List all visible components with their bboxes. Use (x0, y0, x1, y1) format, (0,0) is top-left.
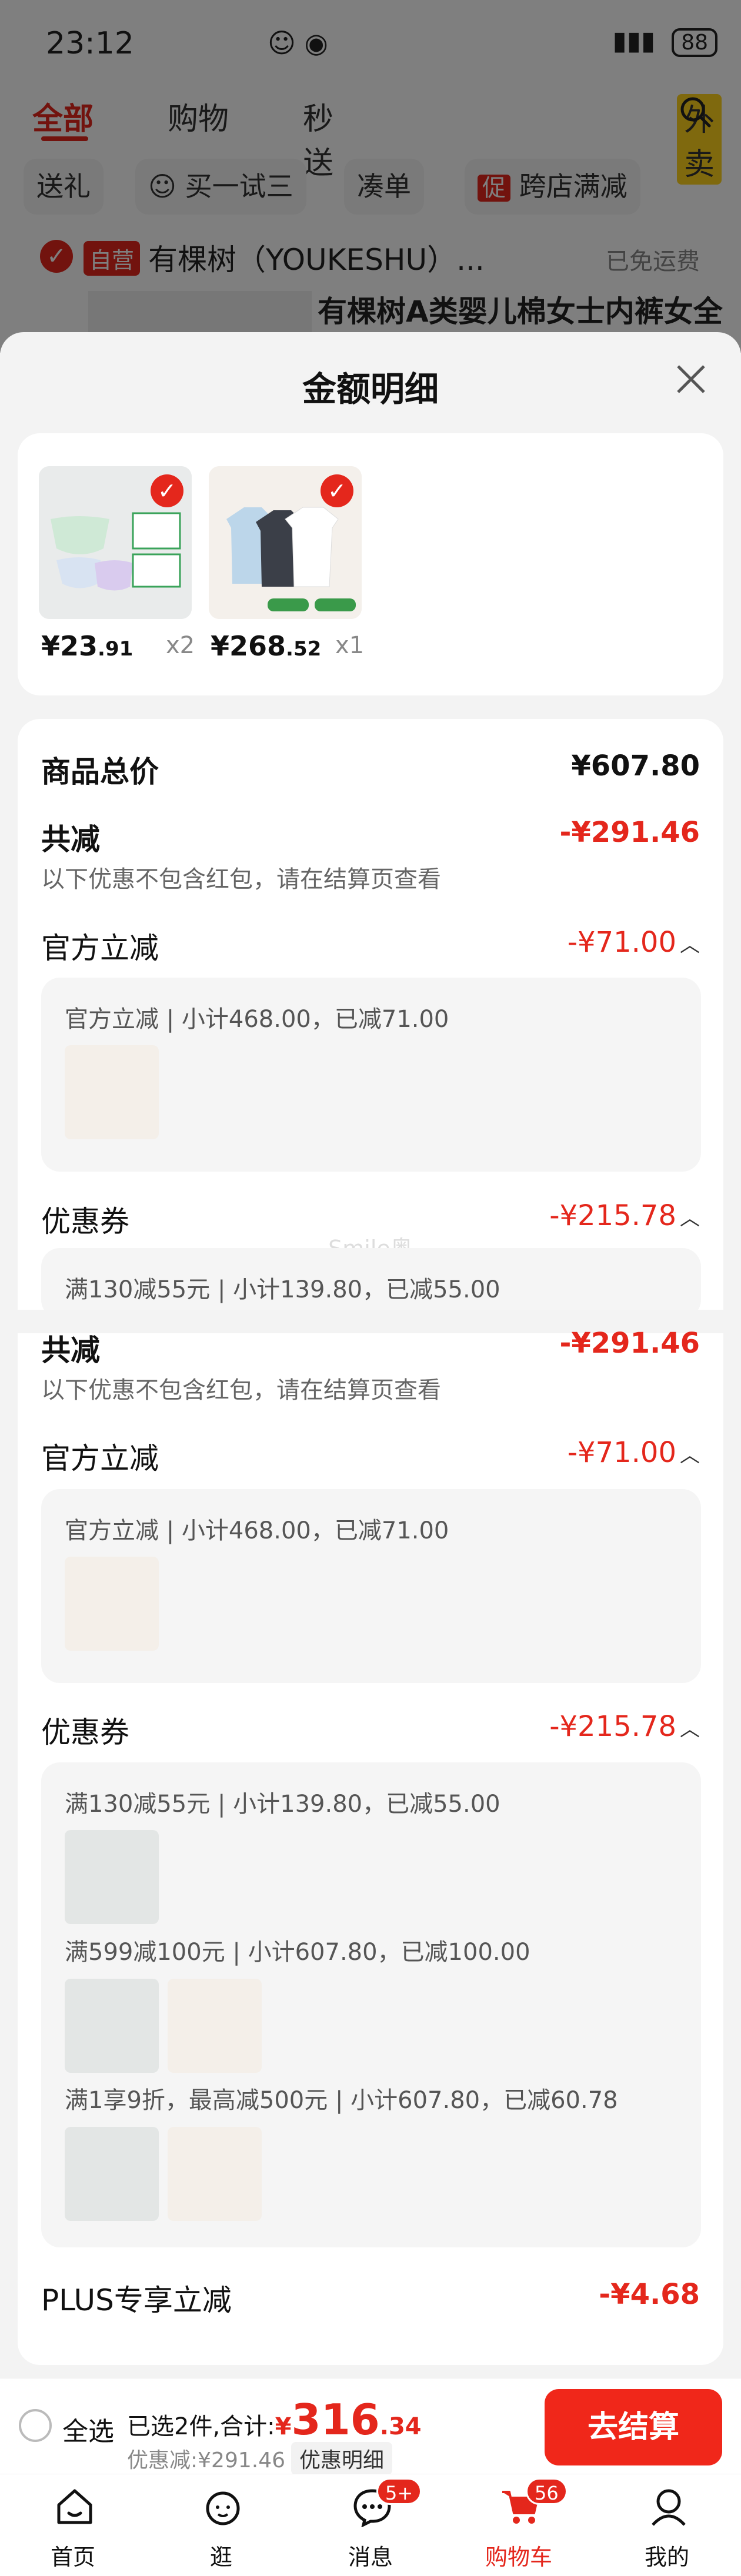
tshirt-thumbnail (65, 1557, 159, 1651)
coupon-detail-text: 满1享9折，最高减500元 | 小计607.80，已减60.78 (65, 2087, 618, 2114)
coupon-toggle[interactable]: -¥215.78 ︿ (549, 1199, 700, 1232)
product-price-int: ¥268 (211, 630, 286, 662)
total-amount-int: 316 (291, 2395, 380, 2444)
underwear-thumbnail (65, 1979, 159, 2073)
messages-badge: 5+ (376, 2478, 422, 2505)
reduce-note: 以下优惠不包含红包，请在结算页查看 (41, 1377, 441, 1404)
select-all-checkbox[interactable] (19, 2409, 52, 2442)
product-quantity: x2 (166, 632, 195, 659)
coupon-detail-text: 满599减100元 | 小计607.80，已减100.00 (65, 1939, 530, 1966)
currency-symbol: ¥ (275, 2413, 292, 2440)
plus-discount-value: -¥4.68 (599, 2278, 700, 2311)
page: 23:12 ☺ ◉ ▮▮▮ 88 全部 购物 秒送外卖 送礼 ☺ 买一试三 凑单… (0, 0, 741, 2576)
total-reduce-label: 共减 (41, 1333, 100, 1367)
bottom-tab-bar: 首页 逛 5+ 消息 56 购物车 我的 (0, 2474, 741, 2576)
total-amount-dec: .34 (379, 2413, 422, 2440)
coupon-detail-box: 满130减55元 | 小计139.80，已减55.00 满599减100元 | … (41, 1762, 701, 2247)
product-price-dec: .52 (286, 637, 322, 661)
tshirt-thumbnail (65, 1045, 159, 1139)
product-image-underwear[interactable]: ✓ (39, 466, 192, 619)
sheet-title: 金额明细 (302, 369, 439, 409)
tab-profile[interactable]: 我的 (608, 2474, 726, 2576)
official-discount-value: -¥71.00 (567, 926, 676, 959)
close-icon[interactable] (673, 362, 709, 397)
amount-detail-sheet: 金额明细 ✓ ✓ ¥23.91 x2 ¥268.52 x1 商品总价 ¥607.… (0, 332, 741, 2378)
product-check-icon[interactable]: ✓ (151, 474, 183, 507)
tshirt-thumbnail (168, 1979, 262, 2073)
chevron-up-icon: ︿ (680, 934, 700, 957)
checkout-bar: 全选 已选2件,合计:¥316.34 优惠减:¥291.46 优惠明细 去结算 (0, 2378, 741, 2475)
official-discount-toggle[interactable]: -¥71.00 ︿ (568, 926, 700, 959)
discount-detail-button[interactable]: 优惠明细 (291, 2442, 393, 2475)
tab-cart[interactable]: 56 购物车 (460, 2474, 578, 2576)
tab-cart-label: 购物车 (485, 2544, 552, 2570)
selected-total: 已选2件,合计:¥316.34 (127, 2395, 422, 2444)
coupon-detail-partial: 满130减55元 | 小计139.80，已减55.00 (41, 1248, 701, 1319)
selected-products-card: ✓ ✓ ¥23.91 x2 ¥268.52 x1 (18, 433, 723, 695)
product-check-icon[interactable]: ✓ (321, 474, 353, 507)
underwear-thumbnail (65, 2127, 159, 2221)
product-quantity: x1 (335, 632, 365, 659)
product-price-int: ¥23 (41, 630, 98, 662)
official-detail-text: 官方立减 | 小计468.00，已减71.00 (65, 1517, 449, 1544)
tshirt-thumbnail (168, 2127, 262, 2221)
tab-home[interactable]: 首页 (14, 2474, 132, 2576)
total-price-value: ¥607.80 (571, 750, 700, 782)
tab-browse[interactable]: 逛 (162, 2474, 280, 2576)
checkout-button[interactable]: 去结算 (545, 2389, 722, 2465)
coupon-label: 优惠券 (41, 1715, 129, 1749)
coupon-detail-text: 满130减55元 | 小计139.80，已减55.00 (65, 1276, 500, 1303)
select-all-label[interactable]: 全选 (62, 2410, 114, 2448)
sheet-header: 金额明细 (0, 332, 741, 426)
browse-face-icon (206, 2491, 240, 2525)
total-reduce-label: 共减 (41, 822, 100, 857)
selected-count-text: 已选2件,合计: (127, 2413, 275, 2440)
tab-profile-label: 我的 (644, 2544, 689, 2570)
coupon-toggle[interactable]: -¥215.78 ︿ (549, 1710, 700, 1743)
home-icon (57, 2489, 92, 2524)
official-discount-toggle[interactable]: -¥71.00 ︿ (568, 1436, 700, 1469)
chevron-up-icon: ︿ (680, 1444, 700, 1467)
official-discount-detail: 官方立减 | 小计468.00，已减71.00 (41, 1489, 701, 1683)
coupon-value: -¥215.78 (549, 1710, 676, 1743)
total-reduce-value: -¥291.46 (559, 816, 700, 849)
price-summary-card: 商品总价 ¥607.80 共减 -¥291.46 以下优惠不包含红包，请在结算页… (18, 719, 723, 2365)
dim-overlay[interactable] (0, 0, 741, 353)
tab-messages-label: 消息 (348, 2544, 393, 2570)
cart-badge: 56 (526, 2478, 568, 2505)
product-price: ¥23.91 (41, 630, 133, 662)
coupon-detail-text: 满130减55元 | 小计139.80，已减55.00 (65, 1791, 500, 1818)
official-discount-label: 官方立减 (41, 1441, 159, 1476)
chevron-up-icon: ︿ (680, 1718, 700, 1741)
underwear-thumbnail (65, 1830, 159, 1924)
product-image-tshirt[interactable]: ✓ (209, 466, 362, 619)
total-reduce-value: -¥291.46 (559, 1327, 700, 1360)
tab-browse-label: 逛 (209, 2544, 232, 2570)
official-discount-label: 官方立减 (41, 931, 159, 965)
product-price-dec: .91 (98, 637, 133, 661)
tab-messages[interactable]: 5+ 消息 (312, 2474, 429, 2576)
official-discount-value: -¥71.00 (567, 1436, 676, 1469)
coupon-value: -¥215.78 (549, 1199, 676, 1232)
discount-line: 优惠减:¥291.46 优惠明细 (127, 2442, 393, 2475)
total-price-label: 商品总价 (41, 755, 159, 789)
official-detail-text: 官方立减 | 小计468.00，已减71.00 (65, 1006, 449, 1033)
plus-discount-label: PLUS专享立减 (41, 2283, 232, 2317)
tab-home-label: 首页 (50, 2544, 95, 2570)
product-price: ¥268.52 (211, 630, 321, 662)
chevron-up-icon: ︿ (680, 1207, 700, 1230)
discount-text: 优惠减:¥291.46 (127, 2448, 285, 2473)
reduce-note: 以下优惠不包含红包，请在结算页查看 (41, 866, 441, 893)
official-discount-detail: 官方立减 | 小计468.00，已减71.00 (41, 978, 701, 1172)
profile-icon (652, 2489, 686, 2526)
